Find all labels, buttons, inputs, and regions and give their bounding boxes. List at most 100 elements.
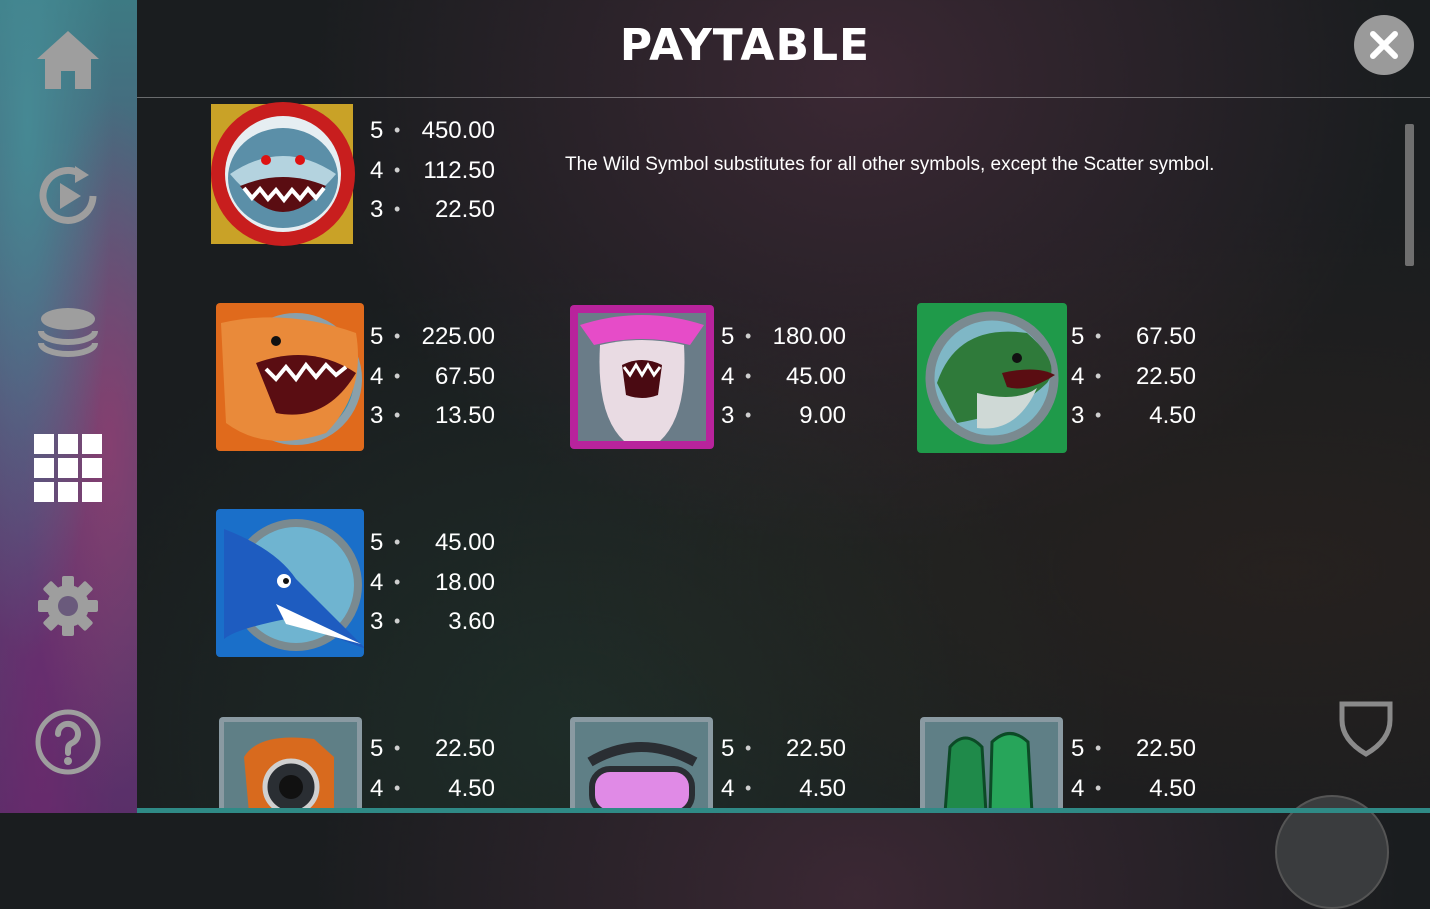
pay-row: 4 • 22.50: [1071, 357, 1196, 397]
pay-row: 5 • 67.50: [1071, 317, 1196, 357]
pay-dot: •: [1095, 738, 1102, 758]
pay-count: 3: [1071, 402, 1085, 429]
pay-dot: •: [394, 777, 401, 798]
gear-icon: [38, 576, 98, 636]
pay-dot: •: [394, 532, 401, 552]
pay-row: 5 • 450.00: [370, 111, 495, 151]
pay-dot: •: [745, 365, 752, 386]
pay-dot: •: [394, 611, 401, 631]
pay-dot: •: [394, 326, 401, 346]
pay-count: 3: [370, 608, 384, 635]
paytable-grid-icon: [34, 434, 102, 502]
scrollbar-thumb[interactable]: [1405, 124, 1414, 266]
wild-description: The Wild Symbol substitutes for all othe…: [565, 154, 1215, 175]
blue-swordfish-pays: 5 • 45.00 4 • 18.00 3 • 3.60: [370, 523, 495, 642]
diving-mask-pays: 5 • 22.50 4 • 4.50: [721, 729, 846, 808]
pay-value: 4.50: [799, 774, 846, 802]
coins-icon: [38, 308, 98, 357]
pay-value: 112.50: [423, 156, 495, 184]
diving-fins-pays: 5 • 22.50 4 • 4.50: [1071, 729, 1196, 808]
settings-button[interactable]: [30, 568, 106, 644]
pay-value: 450.00: [421, 117, 495, 144]
pay-count: 5: [370, 529, 384, 556]
close-icon: [1370, 31, 1398, 59]
pay-count: 5: [721, 323, 735, 350]
pay-row: 4 • 4.50: [370, 769, 495, 809]
home-button[interactable]: [30, 22, 106, 98]
pay-dot: •: [1095, 326, 1102, 346]
page-title: PAYTABLE: [619, 20, 871, 71]
close-button[interactable]: [1354, 15, 1414, 75]
pay-count: 4: [370, 156, 384, 184]
pay-row: 4 • 112.50: [370, 151, 495, 191]
pay-row: 3 • 13.50: [370, 396, 495, 436]
diving-fins-symbol: [920, 717, 1063, 813]
wild-symbol: [208, 98, 358, 250]
pay-row: 4 • 45.00: [721, 357, 846, 397]
header: PAYTABLE: [137, 0, 1430, 98]
diving-mask-symbol: [570, 717, 713, 813]
pay-value: 4.50: [1149, 774, 1196, 802]
pay-count: 5: [721, 735, 735, 762]
pay-value: 67.50: [1135, 323, 1196, 350]
pay-count: 4: [721, 362, 735, 390]
bet-button[interactable]: [30, 296, 106, 372]
pay-dot: •: [745, 738, 752, 758]
pay-value: 22.50: [785, 735, 846, 762]
pay-row: 4 • 4.50: [721, 769, 846, 809]
paytable-button[interactable]: [30, 430, 106, 506]
pay-value: 3.60: [448, 608, 495, 635]
green-shark-symbol: [917, 303, 1067, 453]
autoplay-button[interactable]: [30, 158, 106, 234]
diving-camera-pays: 5 • 22.50 4 • 4.50: [370, 729, 495, 808]
pink-hammerhead-pays: 5 • 180.00 4 • 45.00 3 • 9.00: [721, 317, 846, 436]
pay-count: 3: [721, 402, 735, 429]
pay-row: 5 • 45.00: [370, 523, 495, 563]
pay-row: 4 • 18.00: [370, 563, 495, 603]
pay-dot: •: [394, 405, 401, 425]
pay-dot: •: [745, 777, 752, 798]
pay-count: 3: [370, 402, 384, 429]
pay-row: 3 • 9.00: [721, 396, 846, 436]
pay-value: 22.50: [1135, 735, 1196, 762]
pay-count: 4: [1071, 774, 1085, 802]
pay-value: 67.50: [434, 362, 495, 390]
pay-value: 225.00: [421, 323, 495, 350]
pay-row: 3 • 3.60: [370, 602, 495, 642]
pay-value: 4.50: [448, 774, 495, 802]
bottom-bar-edge: [137, 808, 1430, 813]
blue-swordfish-symbol: [216, 509, 364, 657]
pay-dot: •: [394, 199, 401, 219]
pay-value: 45.00: [785, 362, 846, 390]
pay-row: 3 • 4.50: [1071, 396, 1196, 436]
pay-count: 5: [1071, 323, 1085, 350]
pay-row: 4 • 67.50: [370, 357, 495, 397]
pay-dot: •: [1095, 365, 1102, 386]
autoplay-icon: [39, 166, 97, 224]
pay-count: 5: [370, 117, 384, 144]
wild-pays: 5 • 450.00 4 • 112.50 3 • 22.50: [370, 111, 495, 230]
pay-dot: •: [745, 326, 752, 346]
pay-dot: •: [394, 159, 401, 180]
sidebar: [0, 0, 137, 813]
pay-count: 3: [370, 196, 384, 223]
orange-shark-pays: 5 • 225.00 4 • 67.50 3 • 13.50: [370, 317, 495, 436]
pay-row: 5 • 22.50: [1071, 729, 1196, 769]
pay-count: 5: [370, 735, 384, 762]
pay-dot: •: [1095, 777, 1102, 798]
help-icon: [35, 709, 101, 775]
pay-dot: •: [394, 738, 401, 758]
pay-dot: •: [394, 365, 401, 386]
home-icon: [37, 31, 99, 89]
help-button[interactable]: [30, 704, 106, 780]
pay-value: 180.00: [772, 323, 846, 350]
pay-value: 22.50: [1135, 362, 1196, 390]
pay-count: 5: [1071, 735, 1085, 762]
pay-value: 22.50: [434, 196, 495, 223]
orange-shark-symbol: [216, 303, 364, 451]
pay-count: 4: [721, 774, 735, 802]
pay-row: 5 • 22.50: [370, 729, 495, 769]
pay-count: 4: [1071, 362, 1085, 390]
pink-hammerhead-symbol: [570, 305, 714, 449]
pay-dot: •: [394, 120, 401, 140]
